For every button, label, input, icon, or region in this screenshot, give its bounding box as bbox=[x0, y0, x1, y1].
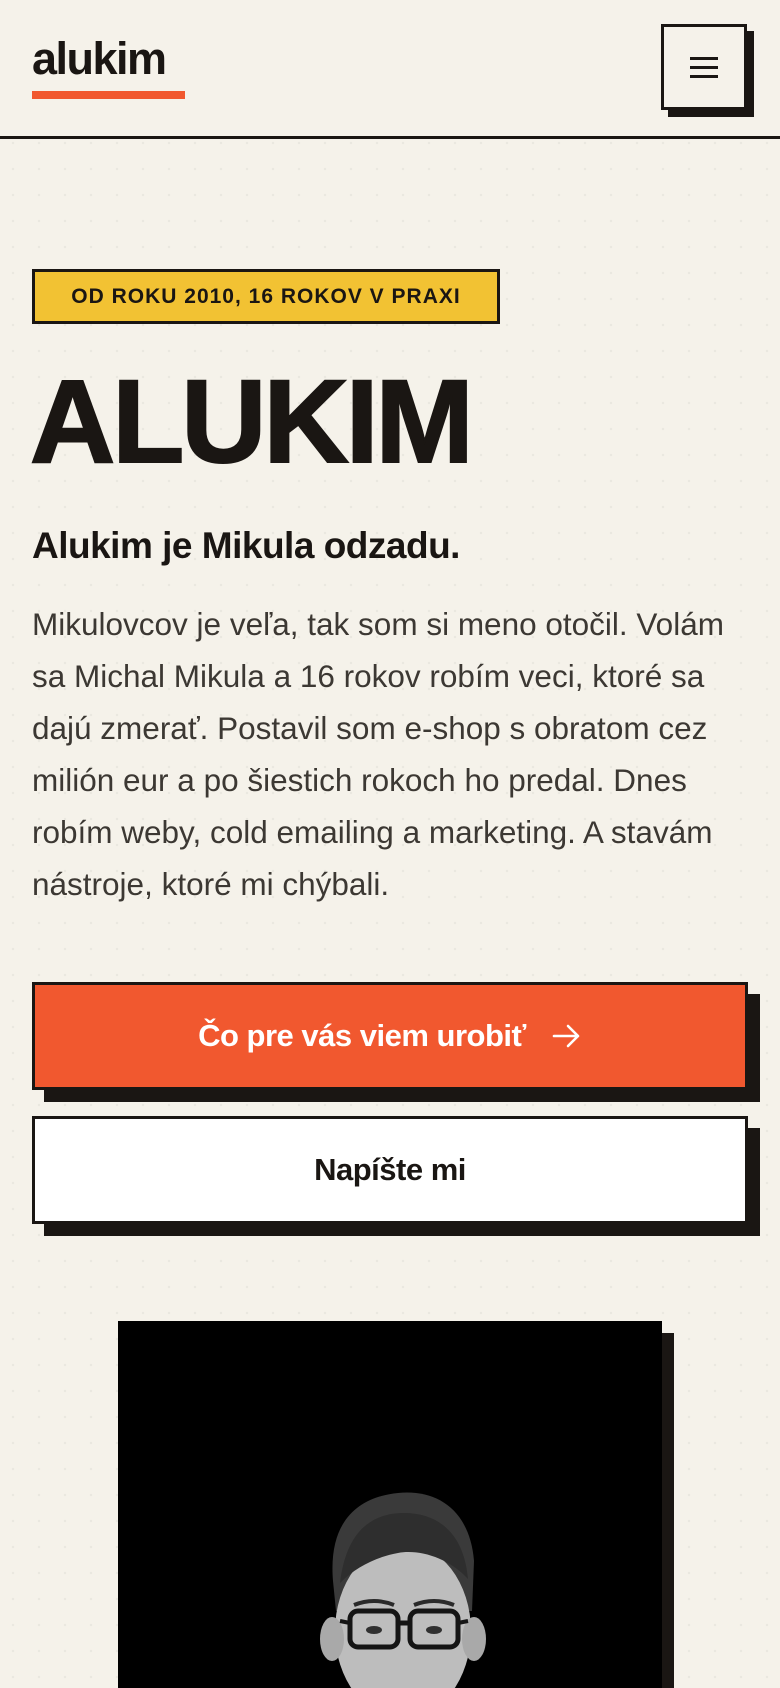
services-cta-button[interactable]: Čo pre vás viem urobiť bbox=[32, 982, 748, 1090]
site-logo[interactable]: alukim bbox=[32, 36, 167, 82]
services-cta-label: Čo pre vás viem urobiť bbox=[198, 1018, 526, 1053]
contact-button[interactable]: Napíšte mi bbox=[32, 1116, 748, 1224]
portrait-illustration bbox=[320, 1492, 486, 1688]
contact-button-label: Napíšte mi bbox=[314, 1152, 466, 1187]
hero-title: ALUKIM bbox=[29, 356, 475, 488]
logo-underline bbox=[32, 91, 185, 99]
hero-intro-text: Mikulovcov je veľa, tak som si meno otoč… bbox=[32, 606, 724, 902]
hamburger-menu-icon bbox=[690, 57, 718, 78]
menu-button[interactable] bbox=[661, 24, 747, 110]
hero-subtitle: Alukim je Mikula odzadu. bbox=[32, 525, 460, 566]
portrait-photo bbox=[118, 1321, 662, 1688]
site-header: alukim bbox=[0, 0, 780, 139]
experience-badge: OD ROKU 2010, 16 ROKOV V PRAXI bbox=[32, 269, 500, 324]
arrow-right-icon bbox=[552, 1023, 582, 1049]
